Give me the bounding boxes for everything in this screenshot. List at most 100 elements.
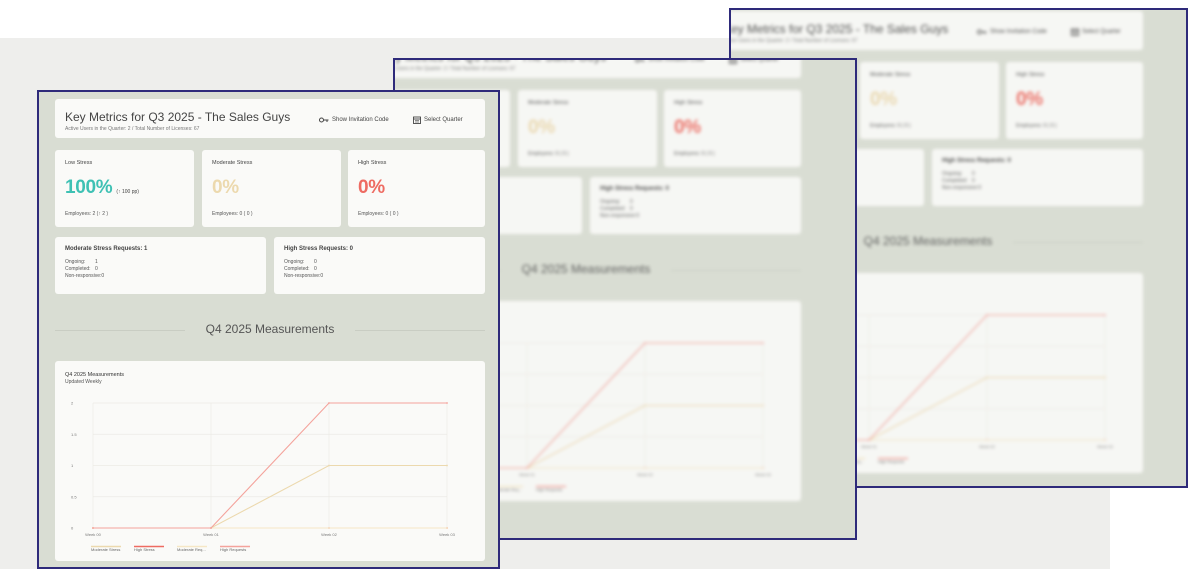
data-point[interactable] [762, 467, 764, 469]
data-point[interactable] [1104, 439, 1106, 441]
data-point[interactable] [1104, 376, 1106, 379]
ongoing-label: Ongoing: [65, 259, 86, 265]
select-quarter-button[interactable]: Select Quarter [413, 116, 463, 124]
data-point[interactable] [328, 402, 330, 404]
high-requests-card: High Stress Requests: 0 Ongoing: 0 Comple… [274, 237, 485, 294]
y-tick-label: 0 [71, 526, 74, 531]
high-stress-value: 0% [1016, 89, 1043, 110]
page-title: Key Metrics for Q3 2025 - The Sales Guys [729, 22, 949, 36]
section-divider-right [355, 330, 485, 331]
page-title: Key Metrics for Q3 2025 - The Sales Guys [65, 110, 291, 124]
data-point[interactable] [868, 439, 870, 441]
low-stress-card: Low Stress 100% (↑ 100 pp) Employees: 2 … [55, 150, 194, 227]
nonresponsive-value: 0 [978, 185, 982, 191]
data-point[interactable] [762, 404, 764, 407]
completed-row: Completed: 0 [600, 206, 639, 213]
data-point[interactable] [762, 342, 764, 344]
legend-label[interactable]: High Requests [536, 487, 562, 492]
legend-label[interactable]: Moderate Stress [91, 547, 120, 552]
x-tick-label: Week 01 [519, 472, 535, 477]
high-stress-card: High Stress 0% Employees: 0 ( 0 ) [348, 150, 485, 227]
y-tick-label: 1 [71, 463, 74, 468]
requests-stats: Ongoing: 0 Completed: 0 Non-responsive: 0 [600, 199, 639, 220]
select-quarter-label: Select Quarter [740, 58, 779, 63]
completed-value: 0 [630, 206, 633, 212]
line-chart: 0 0.5 1 1.5 2 Week 00 Week 01 Week 02 Week 03 Mod… [71, 401, 456, 553]
data-point[interactable] [210, 527, 212, 529]
card-label: Moderate Stress [212, 160, 253, 166]
nonresponsive-label: Non-responsive: [942, 185, 979, 191]
employees-count: Employees: 0 ( 0 ) [528, 151, 569, 157]
nonresponsive-label: Non-responsive: [284, 273, 321, 279]
page-title: Key Metrics for Q3 2025 - The Sales Guys [395, 60, 606, 64]
x-tick-label: Week 01 [861, 444, 877, 449]
nonresponsive-label: Non-responsive: [65, 273, 102, 279]
requests-title: High Stress Requests: 0 [284, 246, 354, 252]
x-tick-label: Week 03 [755, 472, 771, 477]
section-heading: Q4 2025 Measurements [205, 322, 335, 336]
completed-value: 0 [314, 266, 317, 272]
x-tick-label: Week 03 [439, 532, 455, 537]
key-icon [977, 29, 987, 35]
x-tick-label: Week 03 [1097, 444, 1113, 449]
dashboard-screenshot-front: Key Metrics for Q3 2025 - The Sales Guys… [37, 90, 500, 569]
high-requests-card: High Stress Requests: 0 Ongoing: 0 Comple… [590, 177, 801, 234]
ongoing-label: Ongoing: [284, 259, 305, 265]
select-quarter-button[interactable]: Select Quarter [729, 58, 779, 64]
x-tick-label: Week 02 [979, 444, 995, 449]
data-point[interactable] [986, 376, 988, 379]
data-point[interactable] [446, 402, 448, 404]
show-invitation-code-button[interactable]: Show Invitation Code [977, 29, 1047, 35]
data-point[interactable] [1104, 314, 1106, 316]
data-point[interactable] [328, 464, 330, 467]
data-point[interactable] [986, 439, 988, 441]
show-invitation-code-label: Show Invitation Code [332, 117, 389, 123]
employees-count: Employees: 0 ( 0 ) [1016, 123, 1057, 129]
high-stress-value: 0% [358, 177, 385, 198]
data-point[interactable] [644, 467, 646, 469]
ongoing-value: 0 [972, 171, 975, 177]
data-point[interactable] [446, 464, 448, 467]
data-point[interactable] [644, 404, 646, 407]
employees-count: Employees: 0 ( 0 ) [212, 211, 253, 217]
legend-label[interactable]: High Requests [878, 459, 904, 464]
legend-label[interactable]: Moderate Req... [177, 547, 206, 552]
select-quarter-button[interactable]: Select Quarter [1071, 28, 1121, 36]
ongoing-value: 0 [314, 259, 317, 265]
ongoing-label: Ongoing: [942, 171, 963, 177]
moderate-requests-card: Moderate Stress Requests: 1 Ongoing: 1 Co… [55, 237, 266, 294]
calendar-icon [413, 116, 421, 124]
card-label: High Stress [674, 100, 703, 106]
nonresponsive-value: 0 [320, 273, 324, 279]
show-invitation-code-button[interactable]: Show Invitation Code [319, 117, 389, 123]
data-point[interactable] [986, 314, 988, 316]
requests-title: High Stress Requests: 0 [600, 186, 670, 192]
page-subtitle: Active Users in the Quarter: 2 / Total N… [65, 126, 200, 132]
data-point[interactable] [328, 527, 330, 529]
requests-stats: Ongoing: 0 Completed: 0 Non-responsive: 0 [942, 171, 981, 192]
moderate-stress-value: 0% [870, 89, 897, 110]
data-point[interactable] [526, 467, 528, 469]
completed-row: Completed: 0 [284, 266, 323, 273]
chart-card: Q4 2025 Measurements Updated Weekly 00.5… [55, 361, 485, 561]
data-point[interactable] [644, 342, 646, 344]
data-point[interactable] [92, 527, 94, 529]
ongoing-row: Ongoing: 0 [284, 259, 323, 266]
data-point[interactable] [446, 527, 448, 529]
card-label: Moderate Stress [870, 72, 911, 78]
employees-count: Employees: 0 ( 0 ) [358, 211, 399, 217]
select-quarter-label: Select Quarter [1082, 29, 1121, 35]
moderate-stress-card: Moderate Stress 0% Employees: 0 ( 0 ) [518, 90, 657, 167]
moderate-stress-card: Moderate Stress 0% Employees: 0 ( 0 ) [202, 150, 341, 227]
page-subtitle: Active Users in the Quarter: 2 / Total N… [729, 38, 858, 44]
header-card: Key Metrics for Q3 2025 - The Sales Guys… [55, 99, 485, 138]
moderate-stress-value: 0% [528, 117, 555, 138]
completed-row: Completed: 0 [65, 266, 104, 273]
legend-label[interactable]: High Requests [220, 547, 246, 552]
legend-label[interactable]: High Stress [134, 547, 155, 552]
page-subtitle: Active Users in the Quarter: 2 / Total N… [393, 66, 516, 72]
high-stress-card: High Stress 0% Employees: 0 ( 0 ) [1006, 62, 1143, 139]
section-divider-right [1013, 242, 1143, 243]
nonresponsive-row: Non-responsive:0 [942, 185, 981, 192]
show-invitation-code-button[interactable]: Show Invitation Code [635, 60, 705, 63]
